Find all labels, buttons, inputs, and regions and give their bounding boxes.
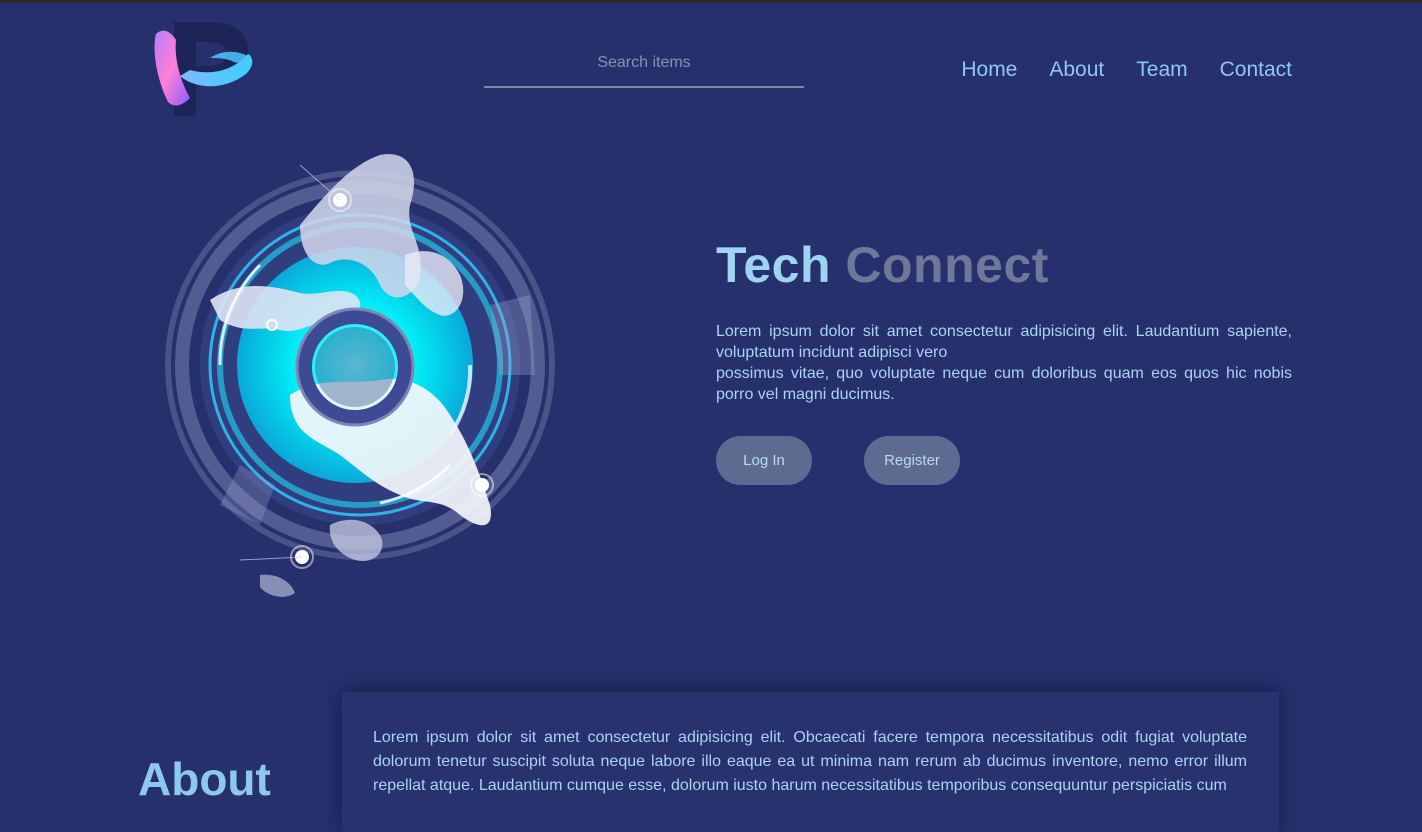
nav-link-home[interactable]: Home — [961, 58, 1017, 82]
hero-description-line-2: possimus vitae, quo voluptate neque cum … — [716, 365, 1292, 403]
hero-globe-illustration — [150, 135, 570, 615]
window-top-border — [0, 0, 1422, 3]
nav-link-about[interactable]: About — [1049, 58, 1104, 82]
main-nav: Home About Team Contact — [961, 58, 1292, 82]
nav-link-team[interactable]: Team — [1136, 58, 1187, 82]
hero-title-tech: Tech — [716, 237, 831, 293]
hero-description-line-1: Lorem ipsum dolor sit amet consectetur a… — [716, 323, 1292, 361]
register-button[interactable]: Register — [864, 436, 960, 485]
logo-mark-icon — [154, 22, 253, 116]
login-button[interactable]: Log In — [716, 436, 812, 485]
about-heading: About — [138, 753, 271, 805]
search-bar — [484, 46, 804, 90]
hero-title-connect: Connect — [845, 237, 1049, 293]
search-input[interactable] — [484, 46, 804, 88]
about-text: Lorem ipsum dolor sit amet consectetur a… — [373, 729, 1247, 794]
hero-title: Tech Connect — [716, 236, 1049, 294]
brand-logo[interactable] — [150, 18, 256, 118]
nav-link-contact[interactable]: Contact — [1220, 58, 1292, 82]
hero-description: Lorem ipsum dolor sit amet consectetur a… — [716, 321, 1292, 405]
about-card: Lorem ipsum dolor sit amet consectetur a… — [342, 692, 1279, 832]
globe-icon — [165, 154, 555, 597]
